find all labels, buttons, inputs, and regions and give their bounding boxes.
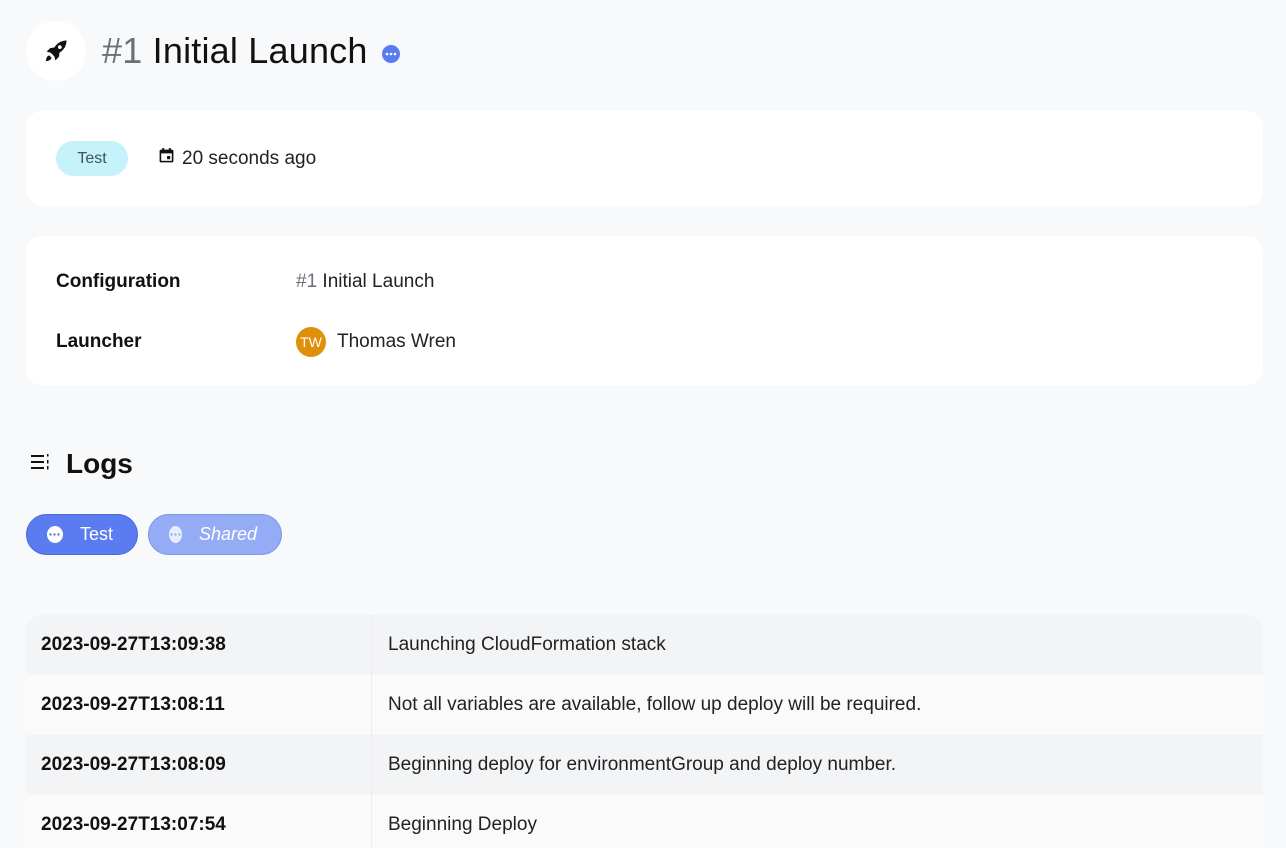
filter-test-chip[interactable]: Test [26, 514, 138, 555]
log-timestamp: 2023-09-27T13:08:09 [26, 735, 372, 795]
log-message: Beginning deploy for environmentGroup an… [388, 754, 897, 775]
launcher-label: Launcher [56, 331, 142, 352]
more-dots-icon [169, 526, 182, 543]
more-dots-icon[interactable] [381, 45, 400, 63]
configuration-row: Configuration #1 Initial Launch [56, 264, 434, 300]
avatar: TW [296, 327, 326, 357]
log-message: Not all variables are available, follow … [388, 694, 922, 715]
logs-title: Logs [66, 448, 133, 479]
log-timestamp: 2023-09-27T13:07:54 [26, 795, 372, 848]
details-card: Configuration #1 Initial Launch Launcher… [26, 236, 1263, 385]
filter-shared-chip[interactable]: Shared [148, 514, 282, 555]
calendar-icon [158, 147, 182, 170]
filter-shared-label: Shared [198, 524, 257, 544]
launcher-value[interactable]: TW Thomas Wren [296, 327, 456, 357]
page-title: #1 Initial Launch [102, 30, 368, 72]
list-icon [30, 452, 52, 477]
launcher-name: Thomas Wren [337, 331, 456, 352]
title-text: Initial Launch [152, 30, 368, 71]
launcher-row: Launcher TW Thomas Wren [56, 324, 456, 360]
table-row: 2023-09-27T13:08:09 Beginning deploy for… [26, 735, 1263, 795]
rocket-icon [26, 21, 86, 81]
configuration-value[interactable]: #1 Initial Launch [296, 271, 434, 293]
logs-header: Logs [30, 448, 133, 480]
more-dots-icon [47, 526, 63, 543]
configuration-name: Initial Launch [322, 271, 435, 292]
log-filters: Test Shared [26, 514, 282, 555]
log-message: Launching CloudFormation stack [388, 634, 666, 655]
table-row: 2023-09-27T13:08:11 Not all variables ar… [26, 675, 1263, 735]
log-timestamp: 2023-09-27T13:08:11 [26, 675, 372, 735]
log-timestamp: 2023-09-27T13:09:38 [26, 615, 372, 675]
summary-card: Test 20 seconds ago [26, 111, 1263, 206]
title-number: #1 [102, 30, 143, 71]
configuration-label: Configuration [56, 271, 181, 292]
logs-table: 2023-09-27T13:09:38 Launching CloudForma… [26, 615, 1263, 848]
log-message: Beginning Deploy [388, 814, 537, 835]
page-header: #1 Initial Launch [26, 21, 400, 81]
created-time: 20 seconds ago [158, 147, 316, 170]
environment-tag[interactable]: Test [56, 141, 128, 176]
page: #1 Initial Launch Test 20 seconds ago Co… [0, 0, 1286, 848]
filter-test-label: Test [79, 524, 113, 544]
table-row: 2023-09-27T13:09:38 Launching CloudForma… [26, 615, 1263, 675]
table-row: 2023-09-27T13:07:54 Beginning Deploy [26, 795, 1263, 848]
created-label: 20 seconds ago [182, 147, 317, 169]
configuration-number: #1 [296, 271, 318, 292]
